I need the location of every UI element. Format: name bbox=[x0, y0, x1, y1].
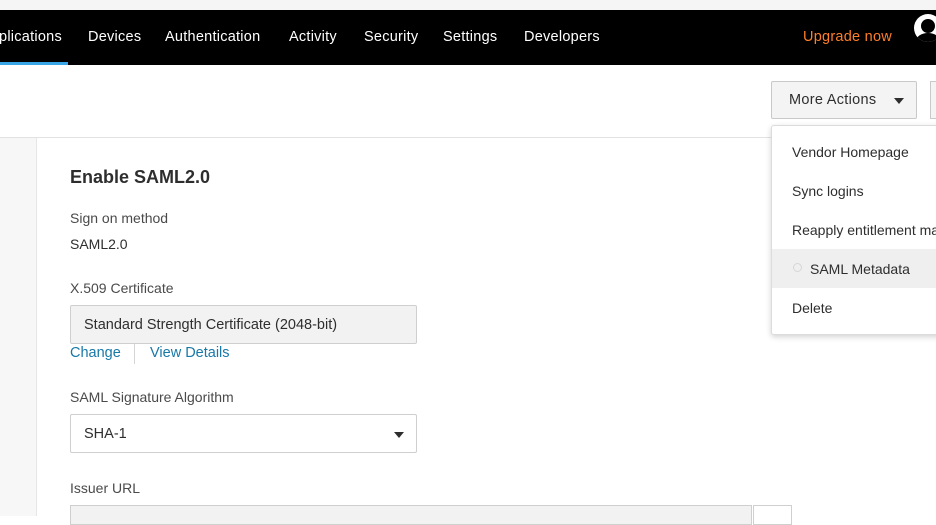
link-divider bbox=[134, 344, 135, 364]
upgrade-now-link[interactable]: Upgrade now bbox=[803, 29, 892, 45]
change-certificate-link[interactable]: Change bbox=[70, 345, 121, 361]
certificate-value: Standard Strength Certificate (2048-bit) bbox=[84, 317, 338, 333]
nav-item-applications[interactable]: plications bbox=[0, 29, 62, 45]
nav-item-security[interactable]: Security bbox=[364, 29, 418, 45]
menu-item-delete[interactable]: Delete bbox=[772, 288, 936, 327]
chevron-down-icon bbox=[394, 432, 404, 438]
nav-item-devices[interactable]: Devices bbox=[88, 29, 141, 45]
nav-item-activity[interactable]: Activity bbox=[289, 29, 337, 45]
menu-item-label: Reapply entitlement ma bbox=[792, 222, 936, 238]
view-details-link[interactable]: View Details bbox=[150, 345, 230, 361]
loading-spinner-icon bbox=[793, 263, 802, 272]
issuer-url-label: Issuer URL bbox=[70, 480, 141, 496]
avatar-head bbox=[921, 19, 935, 33]
more-actions-button[interactable]: More Actions bbox=[771, 81, 917, 119]
sign-on-method-value: SAML2.0 bbox=[70, 236, 128, 252]
menu-item-vendor-homepage[interactable]: Vendor Homepage bbox=[772, 132, 936, 171]
nav-item-settings[interactable]: Settings bbox=[443, 29, 497, 45]
menu-item-reapply-entitlement[interactable]: Reapply entitlement ma bbox=[772, 210, 936, 249]
chevron-down-icon bbox=[894, 98, 904, 104]
more-actions-menu: Vendor Homepage Sync logins Reapply enti… bbox=[771, 125, 936, 335]
issuer-url-field[interactable] bbox=[70, 505, 752, 525]
browser-top-strip bbox=[0, 0, 936, 10]
top-navbar: plications Devices Authentication Activi… bbox=[0, 10, 936, 65]
signature-algorithm-label: SAML Signature Algorithm bbox=[70, 389, 234, 405]
certificate-field: Standard Strength Certificate (2048-bit) bbox=[70, 305, 417, 344]
menu-item-label: Sync logins bbox=[792, 183, 864, 199]
signature-algorithm-select[interactable]: SHA-1 bbox=[70, 414, 417, 453]
menu-item-saml-metadata[interactable]: SAML Metadata bbox=[772, 249, 936, 288]
menu-item-sync-logins[interactable]: Sync logins bbox=[772, 171, 936, 210]
menu-item-label: Delete bbox=[792, 300, 833, 316]
menu-item-label: Vendor Homepage bbox=[792, 144, 909, 160]
section-title: Enable SAML2.0 bbox=[70, 167, 211, 187]
more-actions-label: More Actions bbox=[789, 92, 877, 108]
nav-item-developers[interactable]: Developers bbox=[524, 29, 600, 45]
avatar-body bbox=[916, 33, 936, 42]
user-avatar-icon[interactable] bbox=[914, 14, 936, 42]
signature-algorithm-value: SHA-1 bbox=[84, 426, 127, 442]
toolbar-secondary-button[interactable] bbox=[930, 81, 936, 119]
certificate-label: X.509 Certificate bbox=[70, 280, 174, 296]
menu-item-label: SAML Metadata bbox=[810, 261, 910, 277]
issuer-url-copy-button[interactable] bbox=[753, 505, 792, 525]
sign-on-method-label: Sign on method bbox=[70, 210, 169, 226]
nav-item-authentication[interactable]: Authentication bbox=[165, 29, 260, 45]
left-gutter bbox=[0, 138, 37, 516]
